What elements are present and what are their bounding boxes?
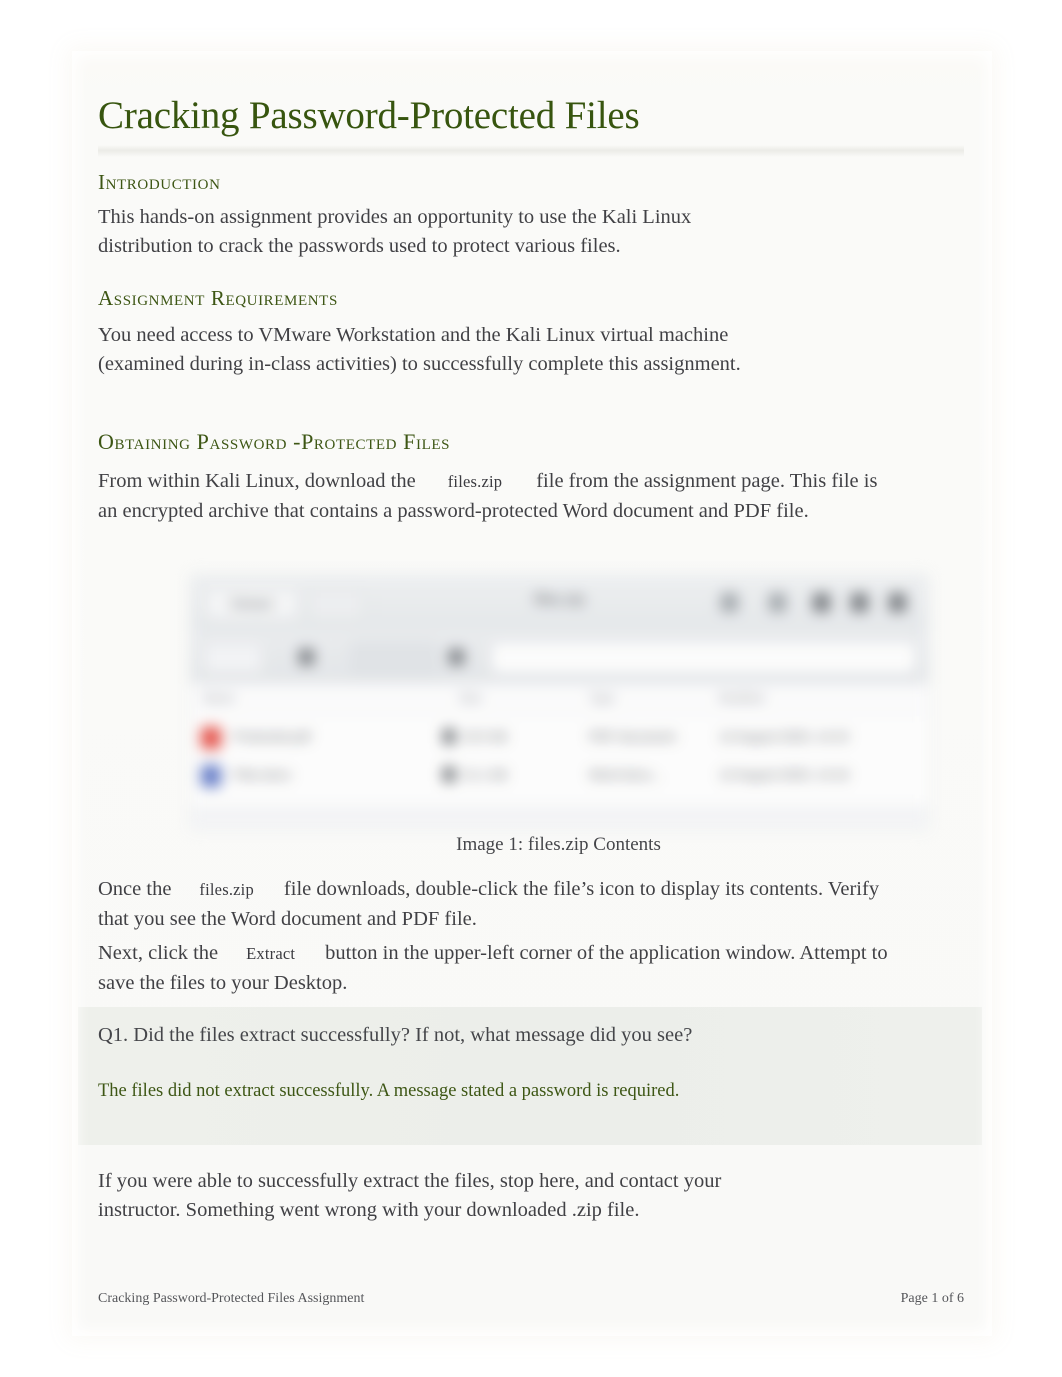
inline-code-files-zip: files.zip (447, 472, 503, 491)
paragraph-closing: If you were able to successfully extract… (98, 1170, 722, 1221)
page-content: Cracking Password-Protected Files Introd… (78, 57, 982, 1330)
heading-introduction: Introduction (98, 170, 221, 194)
column-header-type: Type (589, 691, 616, 705)
figure-caption: Image 1: files.zip Contents (456, 834, 661, 855)
breadcrumb-archive-root[interactable] (351, 642, 437, 674)
column-header-name: Name (203, 691, 236, 705)
paragraph-assignment-requirements: You need access to VMware Workstation an… (98, 324, 741, 375)
table-row[interactable]: Protected.pdf 23.5 kB PDF document 12 Au… (191, 720, 928, 754)
question-answer-block: Q1. Did the files extract successfully? … (78, 1007, 982, 1145)
file-size: 23.5 kB (463, 729, 508, 744)
file-type: Word docu... (589, 767, 663, 782)
paragraph-open-archive: Once the files.zip file downloads, double-… (98, 875, 888, 933)
archive-icon (449, 649, 464, 665)
paragraph-download-files: From within Kali Linux, download the file… (98, 467, 898, 525)
file-name: Protected.pdf (233, 729, 311, 744)
pdf-file-icon (201, 727, 221, 749)
footer-page-number: Page 1 of 6 (900, 1291, 964, 1306)
footer-document-name: Cracking Password-Protected Files Assign… (98, 1291, 365, 1306)
archive-status-bar (191, 806, 928, 829)
heading-assignment-requirements: Assignment Requirements (98, 286, 338, 310)
archive-path-bar (191, 631, 928, 685)
page-title: Cracking Password-Protected Files (98, 94, 640, 137)
answer-q1[interactable]: The files did not extract successfully. … (98, 1079, 898, 1104)
document-page: Cracking Password-Protected Files Introd… (78, 57, 986, 1330)
inline-code-extract: Extract (246, 944, 296, 963)
paragraph-extract-text-before: Next, click the (98, 942, 219, 964)
heading-obtaining-password-protected-files: Obtaining Password -Protected Files (98, 429, 451, 454)
title-divider (98, 145, 964, 157)
column-headers: Name Size Type Modified (191, 684, 928, 713)
archive-manager-window: Extract files.zip Name Size Type Modifie… (190, 574, 929, 830)
back-button[interactable] (203, 642, 263, 674)
options-icon[interactable] (851, 593, 868, 612)
paragraph-introduction: This hands-on assignment provides an opp… (98, 206, 692, 257)
footer-divider (98, 1282, 964, 1283)
file-type: PDF document (589, 729, 676, 744)
lock-icon (443, 767, 455, 782)
table-row[interactable]: Files.docx 21.1 kB Word docu... 12 Augus… (191, 758, 928, 792)
paragraph-download-files-text-before: From within Kali Linux, download the (98, 470, 416, 492)
archive-toolbar: Extract files.zip (191, 575, 928, 632)
inline-code-files-zip-2: files.zip (199, 880, 254, 899)
menu-icon[interactable] (769, 593, 786, 612)
column-header-size: Size (459, 691, 483, 705)
file-modified: 12 August 2020, 14:15 (719, 729, 850, 744)
word-file-icon (201, 765, 221, 787)
path-field[interactable] (491, 642, 916, 674)
paragraph-open-archive-text-before: Once the (98, 878, 172, 900)
column-header-modified: Modified (719, 691, 765, 705)
figure-files-zip-contents: Extract files.zip Name Size Type Modifie… (186, 570, 931, 875)
close-icon[interactable] (889, 593, 906, 612)
folder-icon (299, 649, 314, 665)
file-modified: 12 August 2020, 14:16 (719, 767, 850, 782)
file-size: 21.1 kB (463, 767, 508, 782)
paragraph-extract-instruction: Next, click the Extract button in the uppe… (98, 939, 898, 997)
lock-icon (443, 729, 455, 744)
search-icon[interactable] (721, 593, 738, 612)
file-name: Files.docx (233, 767, 292, 782)
figure-image-blurred: Extract files.zip Name Size Type Modifie… (186, 570, 931, 832)
view-icon[interactable] (813, 593, 830, 612)
question-q1: Q1. Did the files extract successfully? … (98, 1024, 693, 1046)
